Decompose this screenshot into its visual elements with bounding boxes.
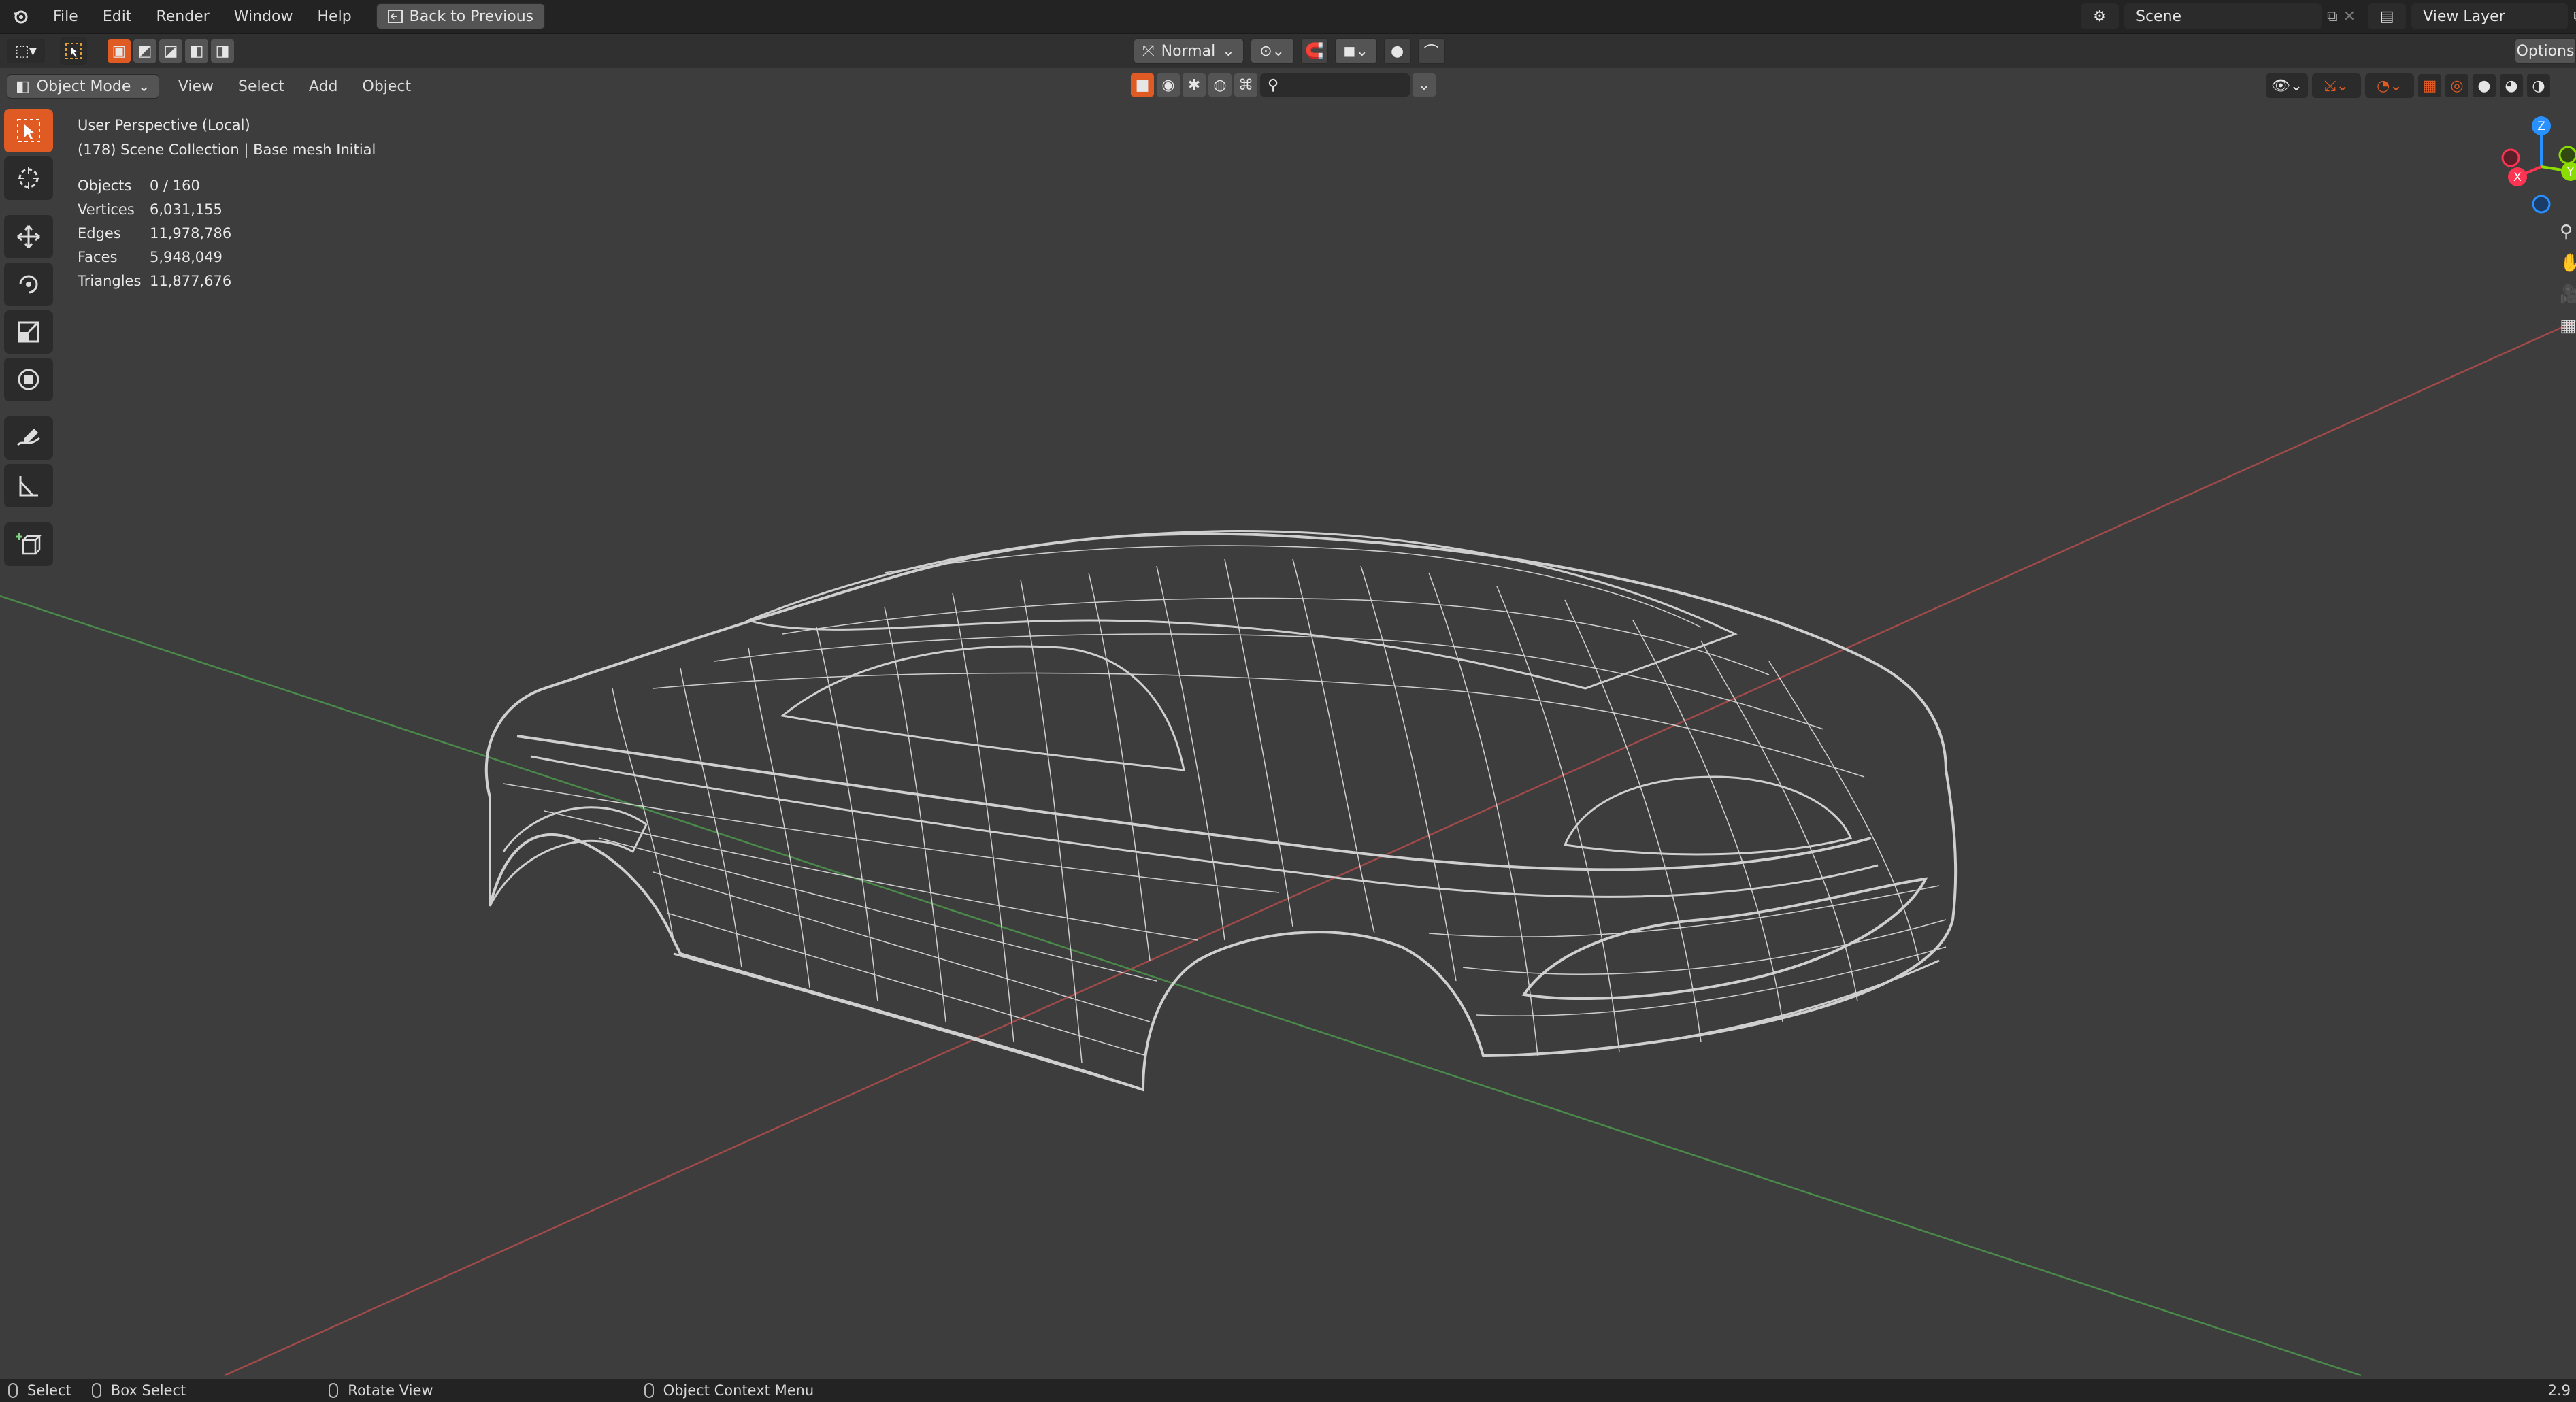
filter-dropdown-icon[interactable]: ⌄ — [1413, 73, 1436, 97]
shading-wireframe-icon[interactable]: ◎ — [2445, 74, 2468, 97]
gizmo-neg-x-handle[interactable] — [2501, 148, 2520, 167]
3d-viewport[interactable] — [0, 103, 2576, 1379]
chevron-down-icon: ⌄ — [137, 78, 150, 95]
status-rotate-view-label: Rotate View — [348, 1382, 433, 1399]
navigation-gizmo[interactable]: Z Y X — [2490, 109, 2576, 218]
menu-view[interactable]: View — [166, 70, 226, 103]
status-select-label: Select — [27, 1382, 71, 1399]
snap-target-dropdown[interactable]: ◼⌄ — [1334, 38, 1377, 64]
mode-intersect-icon[interactable]: ◨ — [211, 39, 234, 63]
version-label: 2.9 — [2547, 1382, 2571, 1399]
status-box-select: Box Select — [91, 1382, 186, 1399]
status-bar: Select Box Select Rotate View Object Con… — [0, 1379, 2576, 1402]
chevron-down-icon: ⌄ — [1222, 42, 1235, 60]
shading-rendered-icon[interactable]: ◑ — [2527, 74, 2550, 97]
gizmo-x-label: X — [2513, 171, 2522, 184]
status-context-menu: Object Context Menu — [644, 1382, 814, 1399]
menu-window[interactable]: Window — [222, 0, 306, 33]
status-rotate-view: Rotate View — [329, 1382, 433, 1399]
gizmo-y-label: Y — [2566, 165, 2575, 179]
options-label: Options — [2516, 42, 2575, 60]
mode-subtract-icon[interactable]: ◪ — [159, 39, 182, 63]
filter-mesh-icon[interactable]: ■ — [1131, 73, 1154, 97]
copy-view-layer-icon[interactable]: ⧉ — [2573, 8, 2576, 25]
back-to-previous-label: Back to Previous — [409, 7, 534, 25]
pan-hand-icon[interactable]: ✋ — [2560, 253, 2576, 273]
mode-invert-icon[interactable]: ◧ — [185, 39, 208, 63]
menu-select[interactable]: Select — [226, 70, 297, 103]
xray-toggle-icon[interactable]: ▦ — [2418, 74, 2441, 97]
search-input[interactable]: ⚲ — [1260, 73, 1410, 97]
tool-settings-bar: ⬚▾ ▣ ◩ ◪ ◧ ◨ ⤧ Normal ⌄ ⊙⌄ 🧲 ◼⌄ ● ⌒ Opti… — [0, 34, 2576, 68]
orientation-label: Normal — [1161, 42, 1216, 60]
gizmo-neg-y-handle[interactable] — [2558, 146, 2576, 165]
gizmo-toggle[interactable]: ⤩⌄ — [2312, 73, 2361, 98]
orientation-icon: ⤧ — [1142, 42, 1155, 60]
gizmo-neg-z-handle[interactable] — [2532, 195, 2551, 214]
scene-selector-icon[interactable]: ⚙ — [2081, 3, 2119, 29]
copy-scene-icon[interactable]: ⧉ — [2327, 8, 2338, 25]
menu-render[interactable]: Render — [144, 0, 221, 33]
zoom-icon[interactable]: ⚲ — [2560, 222, 2576, 242]
view-layer-selector-icon[interactable]: ▤ — [2368, 3, 2407, 29]
back-icon — [387, 10, 403, 23]
editor-type-icon[interactable]: ⬚▾ — [7, 39, 45, 63]
filter-other-icon[interactable]: ⌘ — [1234, 73, 1257, 97]
perspective-toggle-icon[interactable]: ▦ — [2560, 316, 2576, 336]
scene-name-label: Scene — [2136, 7, 2182, 25]
visibility-dropdown[interactable]: 👁⌄ — [2266, 73, 2308, 98]
mouse-right-icon — [644, 1383, 654, 1398]
object-mode-dropdown[interactable]: ◧ Object Mode ⌄ — [7, 74, 159, 99]
menu-add[interactable]: Add — [297, 70, 350, 103]
shading-material-icon[interactable]: ◕ — [2500, 74, 2523, 97]
proportional-falloff-dropdown[interactable]: ⌒ — [1417, 38, 1445, 64]
options-dropdown[interactable]: Options — [2515, 38, 2576, 64]
menu-file[interactable]: File — [41, 0, 90, 33]
filter-camera-icon[interactable]: ◉ — [1157, 73, 1180, 97]
filter-light-icon[interactable]: ✱ — [1183, 73, 1206, 97]
object-mode-label: Object Mode — [36, 78, 131, 95]
select-tool-icon[interactable] — [60, 37, 87, 65]
scene-name-field[interactable]: Scene — [2124, 3, 2322, 29]
back-to-previous-button[interactable]: Back to Previous — [376, 3, 546, 29]
camera-view-icon[interactable]: 🎥 — [2560, 284, 2576, 305]
proportional-editing-toggle[interactable]: ● — [1383, 38, 1411, 64]
top-bar: File Edit Render Window Help Back to Pre… — [0, 0, 2576, 34]
transform-orientation-dropdown[interactable]: ⤧ Normal ⌄ — [1134, 38, 1244, 64]
object-mode-icon: ◧ — [16, 78, 30, 95]
mouse-left-icon — [8, 1383, 18, 1398]
filter-world-icon[interactable]: ◍ — [1208, 73, 1232, 97]
x-axis-line — [224, 320, 2576, 1377]
overlays-toggle[interactable]: ◔⌄ — [2365, 73, 2414, 98]
remove-scene-icon[interactable]: ✕ — [2343, 8, 2356, 25]
status-context-menu-label: Object Context Menu — [663, 1382, 814, 1399]
pivot-point-dropdown[interactable]: ⊙⌄ — [1250, 38, 1294, 64]
y-axis-line — [0, 595, 2362, 1377]
gizmo-z-label: Z — [2537, 120, 2545, 133]
snap-toggle[interactable]: 🧲 — [1300, 38, 1328, 64]
mouse-drag-icon — [91, 1383, 101, 1398]
menu-help[interactable]: Help — [306, 0, 364, 33]
mode-extend-icon[interactable]: ◩ — [133, 39, 156, 63]
status-box-select-label: Box Select — [110, 1382, 186, 1399]
shading-solid-icon[interactable]: ● — [2473, 74, 2496, 97]
mouse-middle-icon — [329, 1383, 339, 1398]
menu-object[interactable]: Object — [350, 70, 424, 103]
car-wireframe-mesh[interactable] — [484, 530, 1958, 1092]
view-layer-name-field[interactable]: View Layer — [2411, 3, 2569, 29]
menu-edit[interactable]: Edit — [90, 0, 144, 33]
search-icon: ⚲ — [1268, 76, 1279, 94]
viewport-header: ◧ Object Mode ⌄ View Select Add Object ■… — [0, 69, 2576, 103]
status-select: Select — [8, 1382, 71, 1399]
view-layer-label: View Layer — [2423, 7, 2505, 25]
mode-new-icon[interactable]: ▣ — [108, 39, 131, 63]
blender-logo-icon[interactable] — [0, 0, 41, 33]
